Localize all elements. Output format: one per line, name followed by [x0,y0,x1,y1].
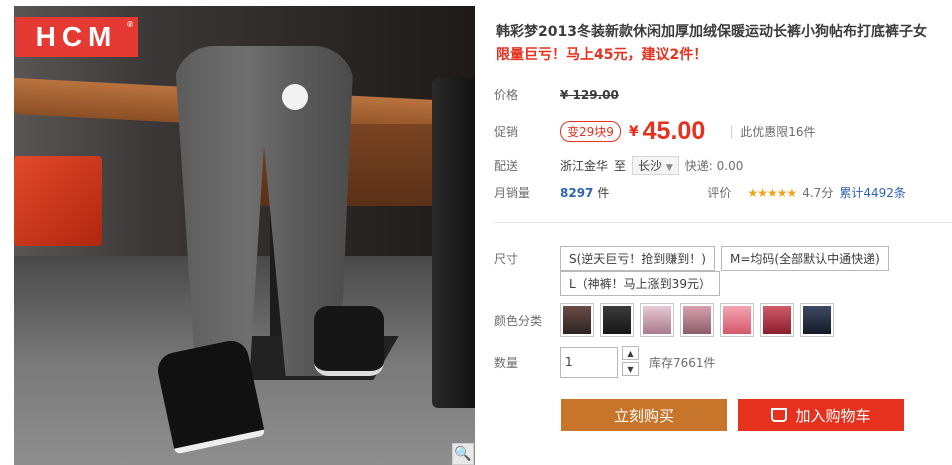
color-swatch-5[interactable] [720,303,754,337]
promo-price: 45.00 [642,117,706,145]
size-row-2: L（神裤！马上涨到39元） [560,271,720,296]
monthly-sales-label: 月销量 [494,186,531,200]
brand-logo-text: HCM [35,21,118,52]
rating-score: 4.7分 [802,186,834,200]
shipping-fee: 快递: 0.00 [684,159,744,173]
add-to-cart-label: 加入购物车 [795,407,871,425]
zoom-icon[interactable]: 🔍 [452,443,474,465]
monthly-sales-unit: 件 [597,186,610,200]
stock-text: 库存7661件 [649,355,716,370]
quantity-stepper: ▲ ▼ [622,346,639,378]
cart-icon [771,408,788,422]
destination-select[interactable]: 长沙 ▼ [632,156,679,175]
size-label: 尺寸 [494,252,519,266]
destination-value: 长沙 [638,159,663,173]
registered-mark: ® [127,20,133,29]
size-option-m[interactable]: M=均码(全部默认中通快递) [720,246,889,271]
review-count-link[interactable]: 累计4492条 [839,184,906,201]
shipping-row: 配送 浙江金华 至 长沙 ▼ 快递: 0.00 [494,156,743,175]
promo-label: 促销 [494,125,519,139]
color-row: 颜色分类 [494,303,840,337]
buy-now-button[interactable]: 立刻购买 [561,399,727,431]
section-divider [494,222,952,223]
product-title: 韩彩梦2013冬装新款休闲加厚加绒保暖运动长裤小狗帖布打底裤子女 [496,24,927,40]
price-row: 价格 ¥ 129.00 [494,86,619,103]
quantity-label: 数量 [494,355,519,370]
color-swatch-2[interactable] [600,303,634,337]
color-swatch-1[interactable] [560,303,594,337]
shipping-from: 浙江金华 [560,159,609,173]
quantity-input[interactable] [560,346,618,378]
promo-badge: 变29块9 [560,121,621,142]
sales-row: 月销量 8297 件 评价 ★★★★★ 4.7分 累计4492条 [494,184,952,201]
color-swatch-4[interactable] [680,303,714,337]
rating-label: 评价 [707,186,732,200]
add-to-cart-button[interactable]: 加入购物车 [738,399,904,431]
shipping-label: 配送 [494,159,519,173]
promo-row: 促销 变29块9 ¥ 45.00 此优惠限16件 [494,117,816,146]
product-subtitle: 限量巨亏！马上45元，建议2件！ [496,47,708,63]
photo-dog-patch [282,84,308,110]
quantity-row: 数量 ▲ ▼ 库存7661件 [494,346,716,378]
price-divider [731,124,733,139]
color-swatch-7[interactable] [800,303,834,337]
monthly-sales-count: 8297 [560,185,594,200]
photo-dark-chair [432,78,475,408]
promo-limit: 此优惠限16件 [740,125,816,139]
color-swatch-6[interactable] [760,303,794,337]
size-option-s[interactable]: S(逆天巨亏！抢到赚到！) [560,246,715,271]
color-label: 颜色分类 [494,313,543,328]
product-main-image[interactable] [14,6,475,465]
rating-stars-icon: ★★★★★ [747,185,797,200]
chevron-down-icon: ▼ [665,163,673,173]
photo-red-chair [14,156,102,246]
shipping-to-word: 至 [614,159,627,173]
photo-shoe-right [314,306,384,376]
original-price: ¥ 129.00 [560,87,619,102]
size-row: 尺寸 S(逆天巨亏！抢到赚到！) M=均码(全部默认中通快递) [494,246,889,271]
product-info-panel: 韩彩梦2013冬装新款休闲加厚加绒保暖运动长裤小狗帖布打底裤子女 限量巨亏！马上… [494,0,952,465]
brand-logo: HCM ® [15,17,138,57]
size-option-l[interactable]: L（神裤！马上涨到39元） [560,271,720,296]
quantity-down-icon[interactable]: ▼ [622,362,639,376]
price-label: 价格 [494,88,519,102]
color-swatch-3[interactable] [640,303,674,337]
currency-symbol: ¥ [628,123,639,140]
quantity-up-icon[interactable]: ▲ [622,346,639,360]
